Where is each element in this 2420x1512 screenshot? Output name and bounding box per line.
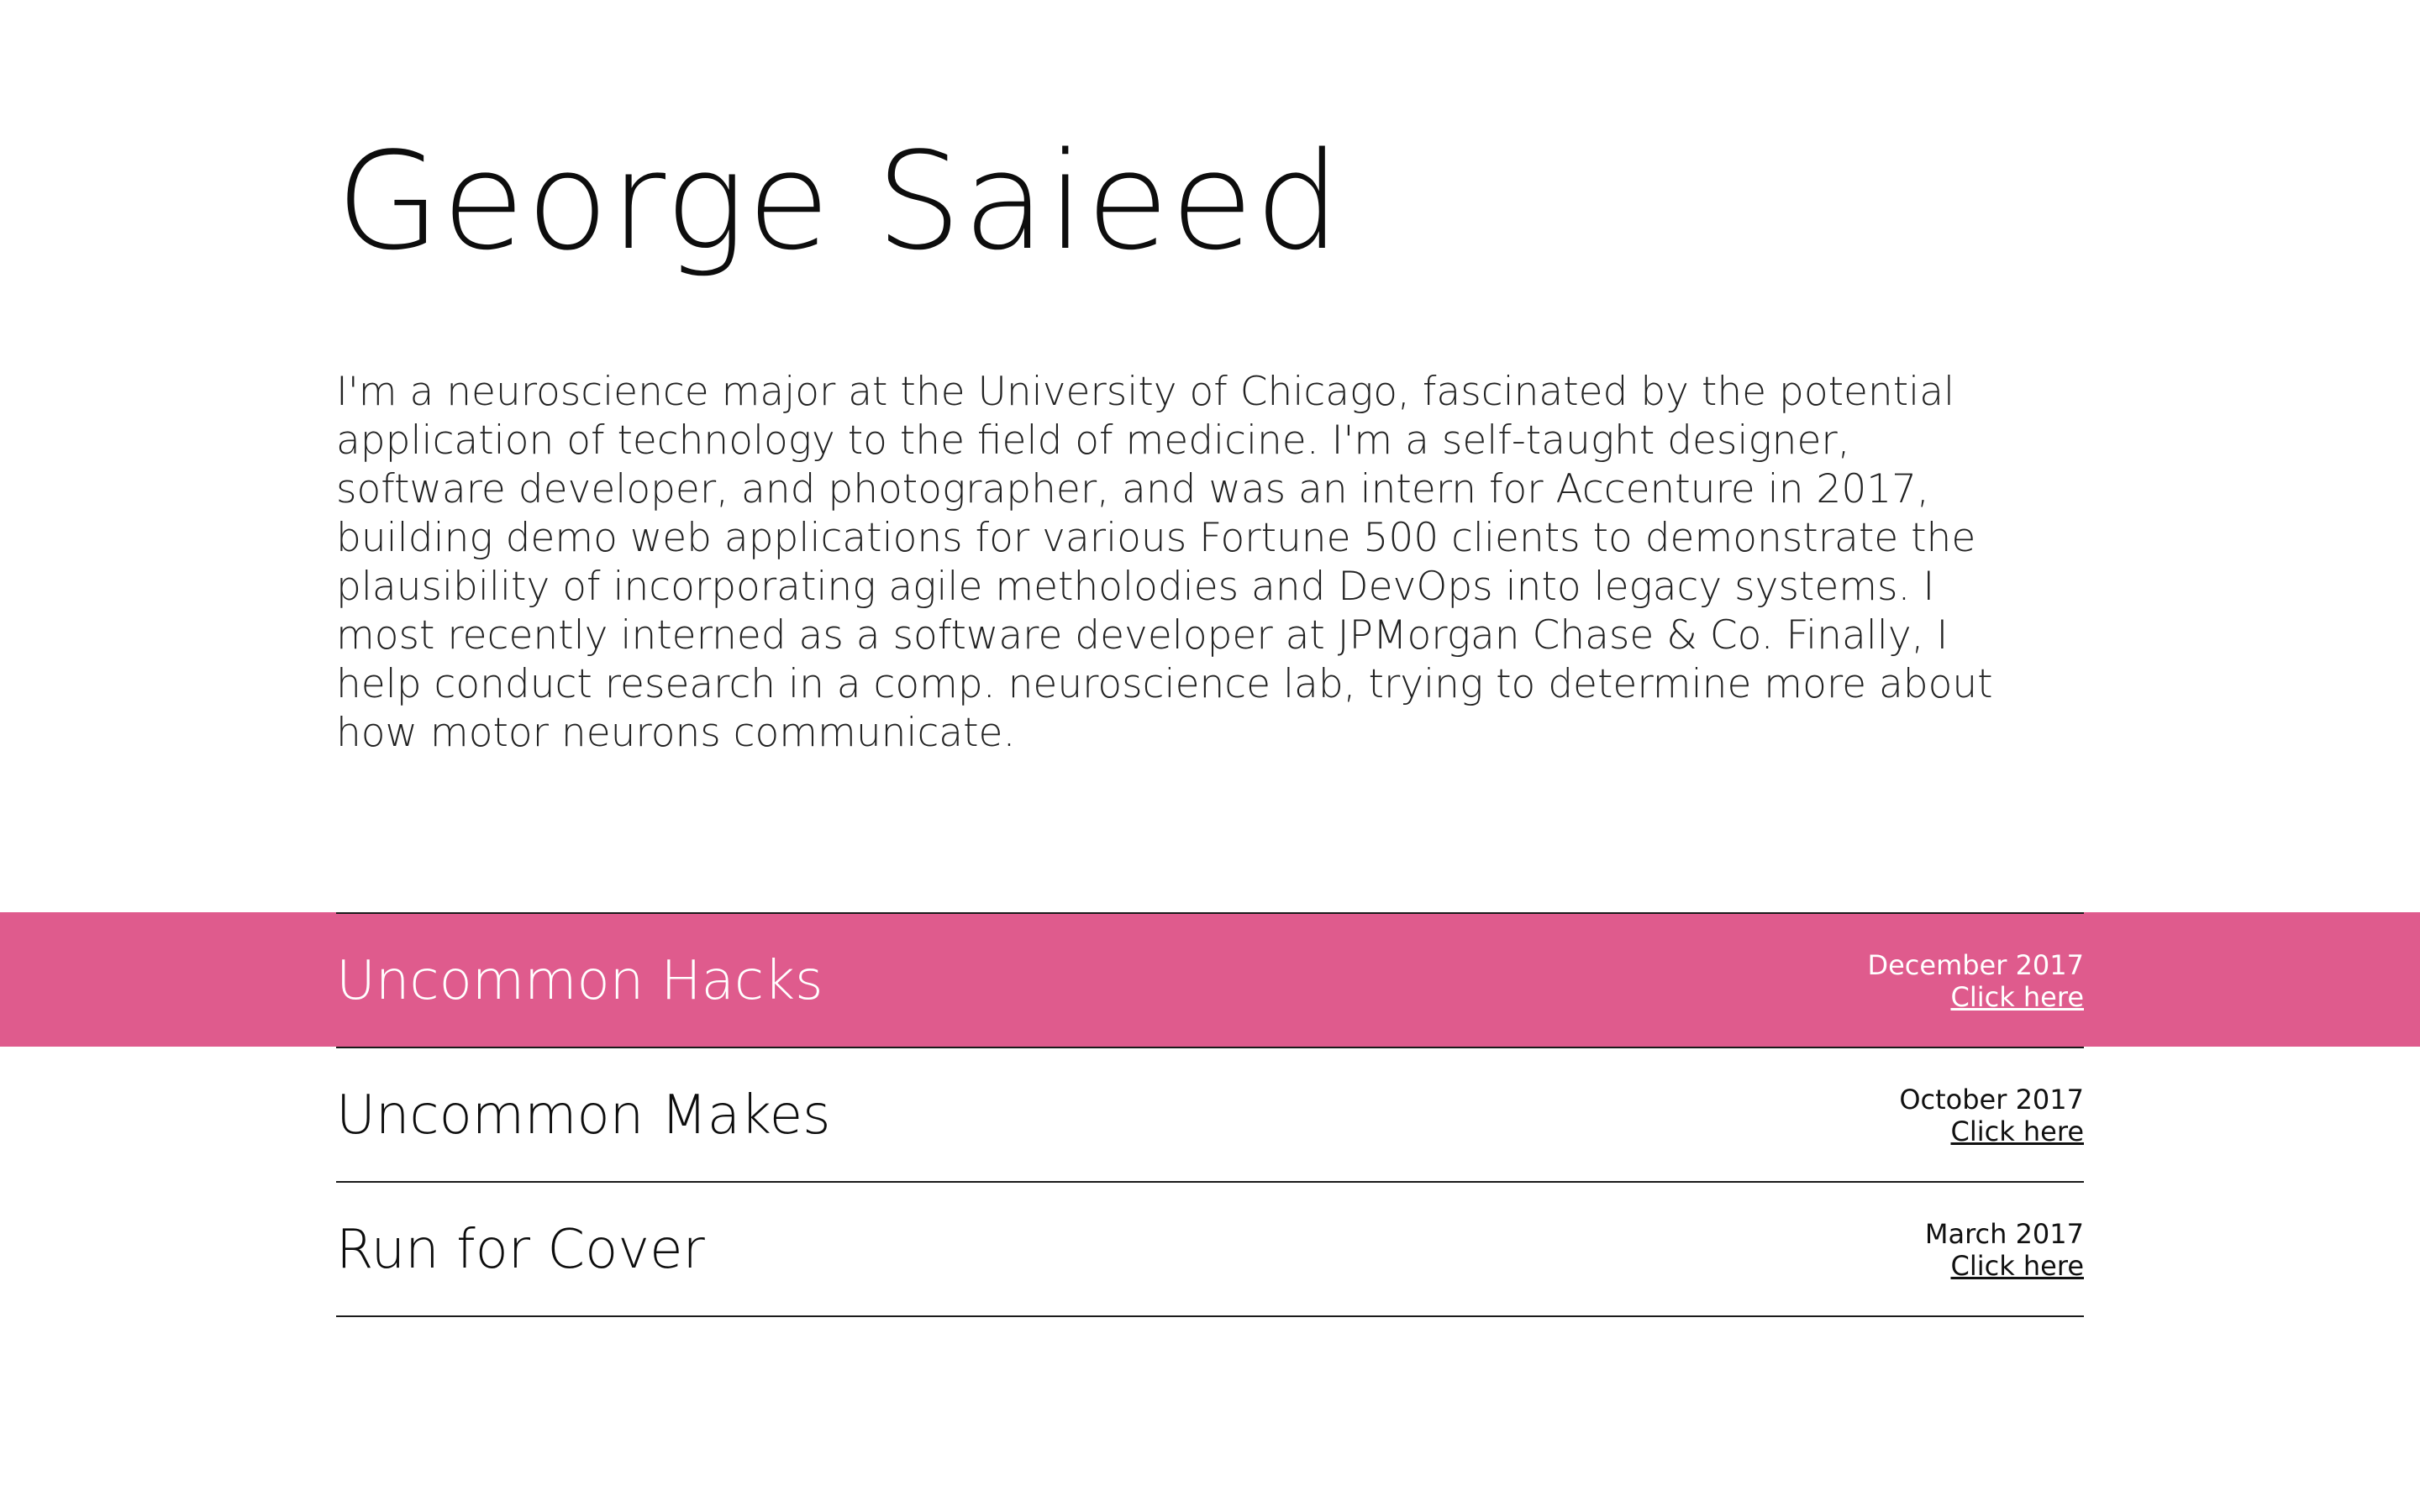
project-row-content: Uncommon Makes October 2017 Click here [336, 1047, 2084, 1181]
project-meta: March 2017 Click here [1925, 1218, 2084, 1282]
bio-paragraph: I'm a neuroscience major at the Universi… [336, 369, 1993, 756]
project-date: December 2017 [1867, 949, 2084, 981]
project-title: Uncommon Makes [336, 1084, 831, 1147]
project-meta: October 2017 Click here [1899, 1084, 2084, 1147]
page: George Saieed I'm a neuroscience major a… [0, 0, 2420, 1512]
page-title: George Saieed [336, 123, 1343, 280]
project-row-run-for-cover[interactable]: Run for Cover March 2017 Click here [0, 1181, 2420, 1317]
intro-section: George Saieed I'm a neuroscience major a… [336, 126, 2084, 758]
project-title: Run for Cover [336, 1219, 705, 1281]
project-row-content: Uncommon Hacks December 2017 Click here [336, 912, 2084, 1047]
project-title: Uncommon Hacks [336, 950, 823, 1012]
project-row-uncommon-hacks[interactable]: Uncommon Hacks December 2017 Click here [0, 912, 2420, 1047]
project-list: Uncommon Hacks December 2017 Click here … [0, 912, 2420, 1317]
project-link[interactable]: Click here [1950, 981, 2084, 1013]
project-link[interactable]: Click here [1950, 1116, 2084, 1147]
project-row-uncommon-makes[interactable]: Uncommon Makes October 2017 Click here [0, 1047, 2420, 1181]
project-link[interactable]: Click here [1950, 1250, 2084, 1282]
project-meta: December 2017 Click here [1867, 949, 2084, 1013]
project-date: March 2017 [1924, 1218, 2084, 1250]
project-row-content: Run for Cover March 2017 Click here [336, 1181, 2084, 1317]
project-date: October 2017 [1899, 1084, 2084, 1116]
